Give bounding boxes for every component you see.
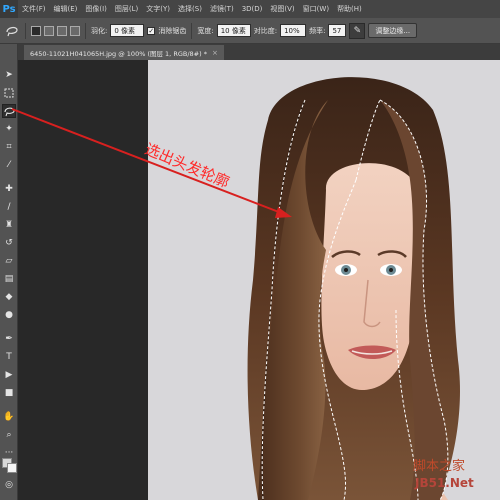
intersect-selection-icon[interactable] [70,25,80,36]
menu-image[interactable]: 图像(I) [81,4,111,14]
move-icon[interactable]: ➤ [2,68,16,82]
magnetic-lasso-icon[interactable] [2,104,16,118]
document-tab[interactable]: 6450-11021H041065H.jpg @ 100% (图层 1, RGB… [24,45,224,60]
menu-bar: Ps 文件(F) 编辑(E) 图像(I) 图层(L) 文字(Y) 选择(S) 滤… [0,0,500,18]
document-tab-title: 6450-11021H041065H.jpg @ 100% (图层 1, RGB… [30,49,207,58]
width-label: 宽度: [197,26,214,35]
eyedropper-icon[interactable]: ⁄ [2,158,16,172]
photoshop-logo[interactable]: Ps [0,0,18,18]
portrait-photo [148,60,500,500]
options-bar: 羽化: 0 像素 ✓ 消除锯齿 宽度: 10 像素 对比度: 10% 频率: 5… [0,18,500,44]
clone-stamp-icon[interactable]: ♜ [2,218,16,232]
blur-icon[interactable]: ◆ [2,290,16,304]
hand-icon[interactable]: ✋ [2,410,16,424]
crop-icon[interactable]: ⌗ [2,140,16,154]
pen-icon[interactable]: ✒ [2,332,16,346]
antialias-label: 消除锯齿 [158,26,187,35]
feather-label: 羽化: [91,26,108,35]
healing-brush-icon[interactable]: ✚ [2,182,16,196]
menu-select[interactable]: 选择(S) [174,4,206,14]
new-selection-icon[interactable] [31,25,41,36]
menu-filter[interactable]: 滤镜(T) [206,4,238,14]
menu-help[interactable]: 帮助(H) [333,4,366,14]
menu-file[interactable]: 文件(F) [18,4,50,14]
antialias-checkbox[interactable]: ✓ [147,26,156,35]
type-icon[interactable]: T [2,350,16,364]
magic-wand-icon[interactable]: ✦ [2,122,16,136]
quick-mask-icon[interactable]: ◎ [2,478,16,492]
gradient-icon[interactable]: ▤ [2,272,16,286]
frequency-label: 频率: [309,26,326,35]
subtract-selection-icon[interactable] [57,25,67,36]
eraser-icon[interactable]: ▱ [2,254,16,268]
refine-edge-button[interactable]: 调整边缘... [368,23,418,38]
menu-window[interactable]: 窗口(W) [299,4,333,14]
shape-icon[interactable]: ■ [2,386,16,400]
history-brush-icon[interactable]: ↺ [2,236,16,250]
menu-layer[interactable]: 图层(L) [111,4,142,14]
dodge-icon[interactable]: ● [2,308,16,322]
document-image[interactable] [148,60,500,500]
path-selection-icon[interactable]: ▶ [2,368,16,382]
watermark-text: 脚本之家 [413,459,466,474]
width-input[interactable]: 10 像素 [216,24,251,37]
canvas-area[interactable] [18,60,500,500]
zoom-icon[interactable]: ⌕ [2,428,16,442]
divider [191,22,193,39]
background-color-swatch[interactable] [7,463,17,473]
contrast-label: 对比度: [253,26,278,35]
menu-3d[interactable]: 3D(D) [238,5,267,13]
marquee-icon[interactable] [2,86,16,100]
feather-input[interactable]: 0 像素 [110,24,145,37]
frequency-input[interactable]: 57 [328,24,347,37]
divider [85,22,86,39]
menu-edit[interactable]: 编辑(E) [50,4,82,14]
toolbox: ➤ ✦ ⌗ ⁄ ✚ / ♜ ↺ ▱ ▤ ◆ ● ✒ T ▶ ■ ✋ ⌕ ··· … [0,44,18,500]
menu-type[interactable]: 文字(Y) [142,4,174,14]
contrast-input[interactable]: 10% [280,24,307,37]
close-icon[interactable]: × [212,49,218,57]
divider [25,22,26,39]
menu-view[interactable]: 视图(V) [266,4,298,14]
tablet-pressure-icon[interactable]: ✎ [349,22,366,39]
document-tab-strip: 6450-11021H041065H.jpg @ 100% (图层 1, RGB… [18,44,500,60]
add-selection-icon[interactable] [44,25,54,36]
lasso-preset-icon[interactable] [4,23,20,39]
watermark-url: JB51.Net [415,476,474,490]
brush-icon[interactable]: / [2,200,16,214]
